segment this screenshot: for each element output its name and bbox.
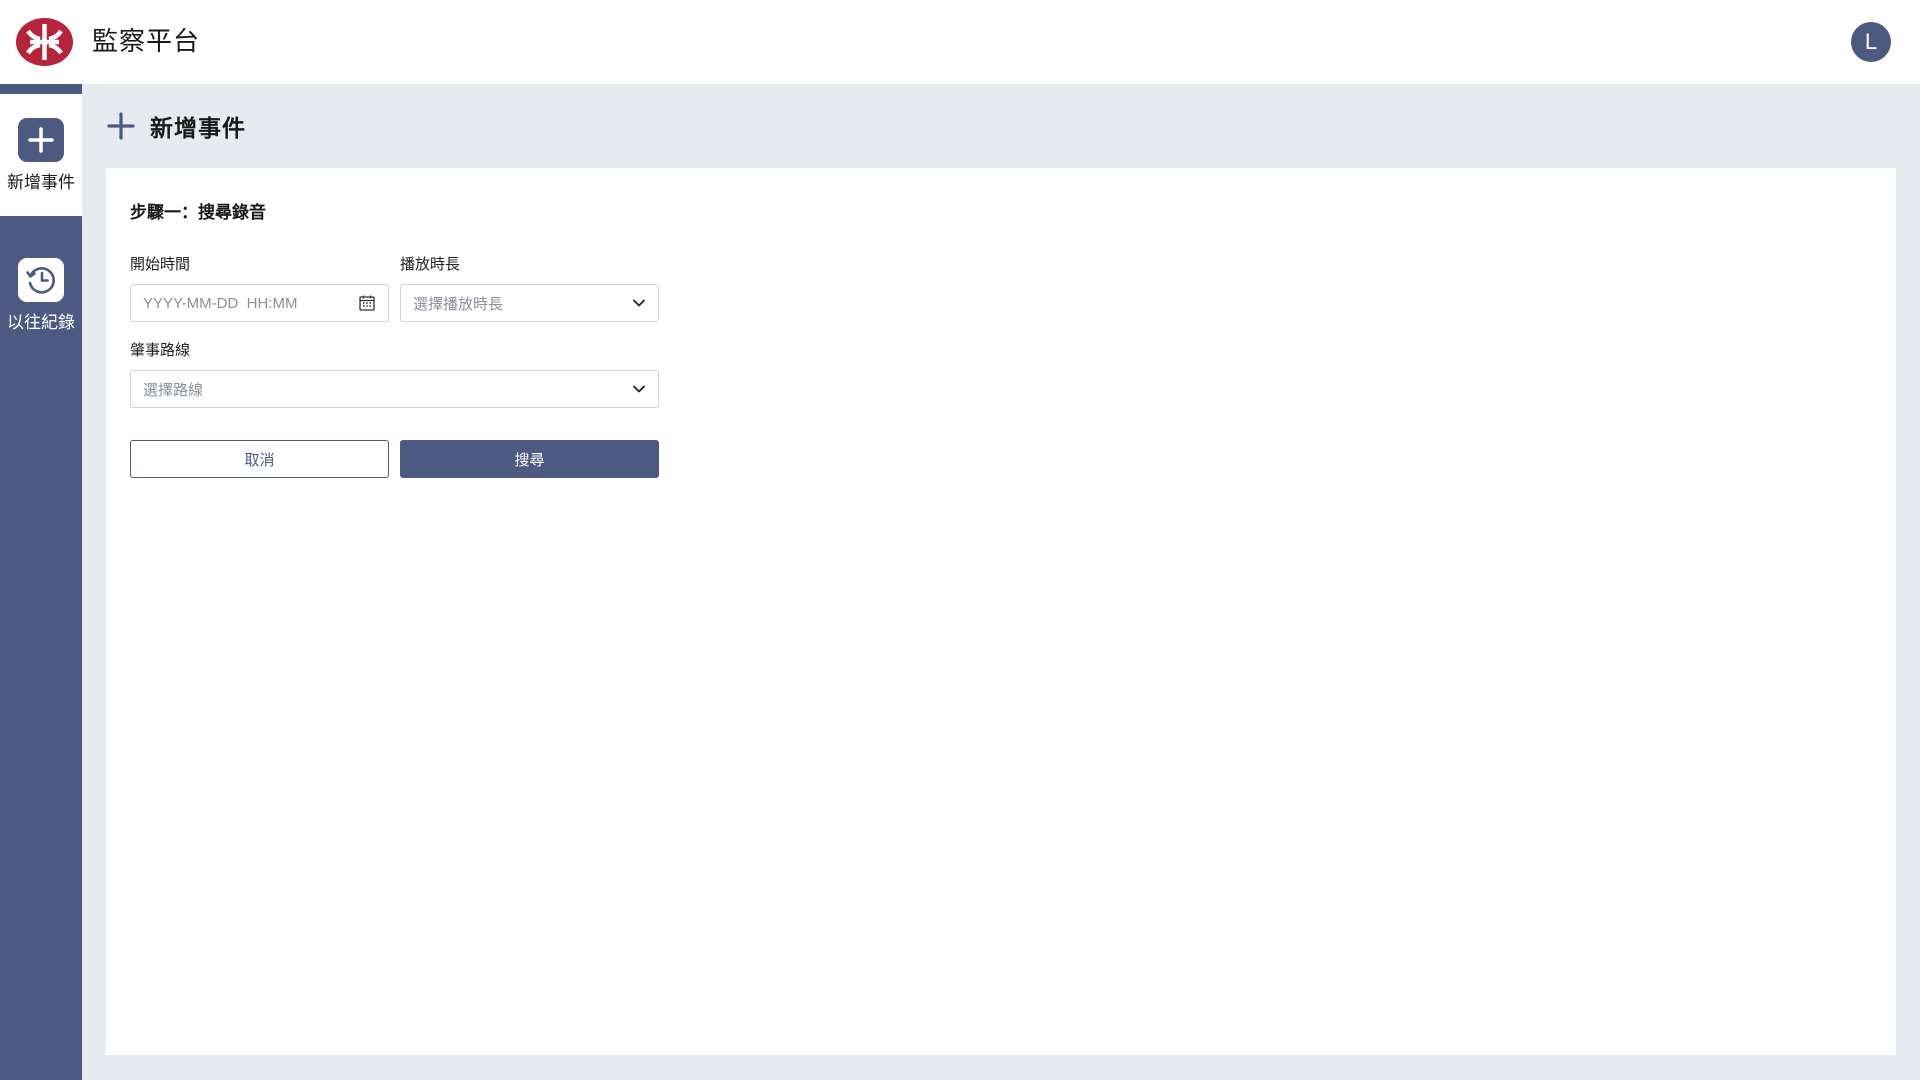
calendar-icon[interactable] (358, 294, 376, 312)
plus-icon (107, 112, 135, 140)
start-time-field[interactable] (130, 284, 389, 322)
route-label: 肇事路線 (130, 341, 191, 359)
page-title: 新增事件 (150, 116, 246, 142)
plus-icon (18, 118, 64, 162)
history-icon (18, 258, 64, 302)
sidebar-item-history[interactable]: 以往紀錄 (0, 236, 82, 346)
search-button[interactable]: 搜尋 (400, 440, 659, 478)
cancel-button[interactable]: 取消 (130, 440, 389, 478)
page-header: 新增事件 (106, 108, 246, 144)
sidebar-item-label: 以往紀錄 (7, 313, 75, 333)
chevron-down-icon (633, 299, 645, 307)
user-avatar[interactable]: L (1851, 22, 1891, 62)
sidebar-item-new-event[interactable]: 新增事件 (0, 94, 82, 216)
duration-placeholder: 選擇播放時長 (413, 294, 504, 313)
top-bar: 監察平台 L (0, 0, 1920, 84)
app-title: 監察平台 (92, 27, 201, 57)
sidebar: 新增事件 以往紀錄 (0, 84, 82, 1080)
duration-label: 播放時長 (400, 255, 461, 273)
chevron-down-icon (633, 385, 645, 393)
route-placeholder: 選擇路線 (143, 380, 204, 399)
duration-select[interactable]: 選擇播放時長 (400, 284, 659, 322)
mtr-logo-icon[interactable] (16, 18, 73, 66)
form-card: 步驟一：搜尋錄音 開始時間 播放時長 選擇播放時長 肇事路線 選擇路線 取消 搜… (106, 168, 1896, 1055)
sidebar-item-label: 新增事件 (7, 173, 75, 193)
step-title: 步驟一：搜尋錄音 (130, 203, 266, 223)
start-time-input[interactable] (143, 294, 358, 312)
start-time-label: 開始時間 (130, 255, 191, 273)
route-select[interactable]: 選擇路線 (130, 370, 659, 408)
